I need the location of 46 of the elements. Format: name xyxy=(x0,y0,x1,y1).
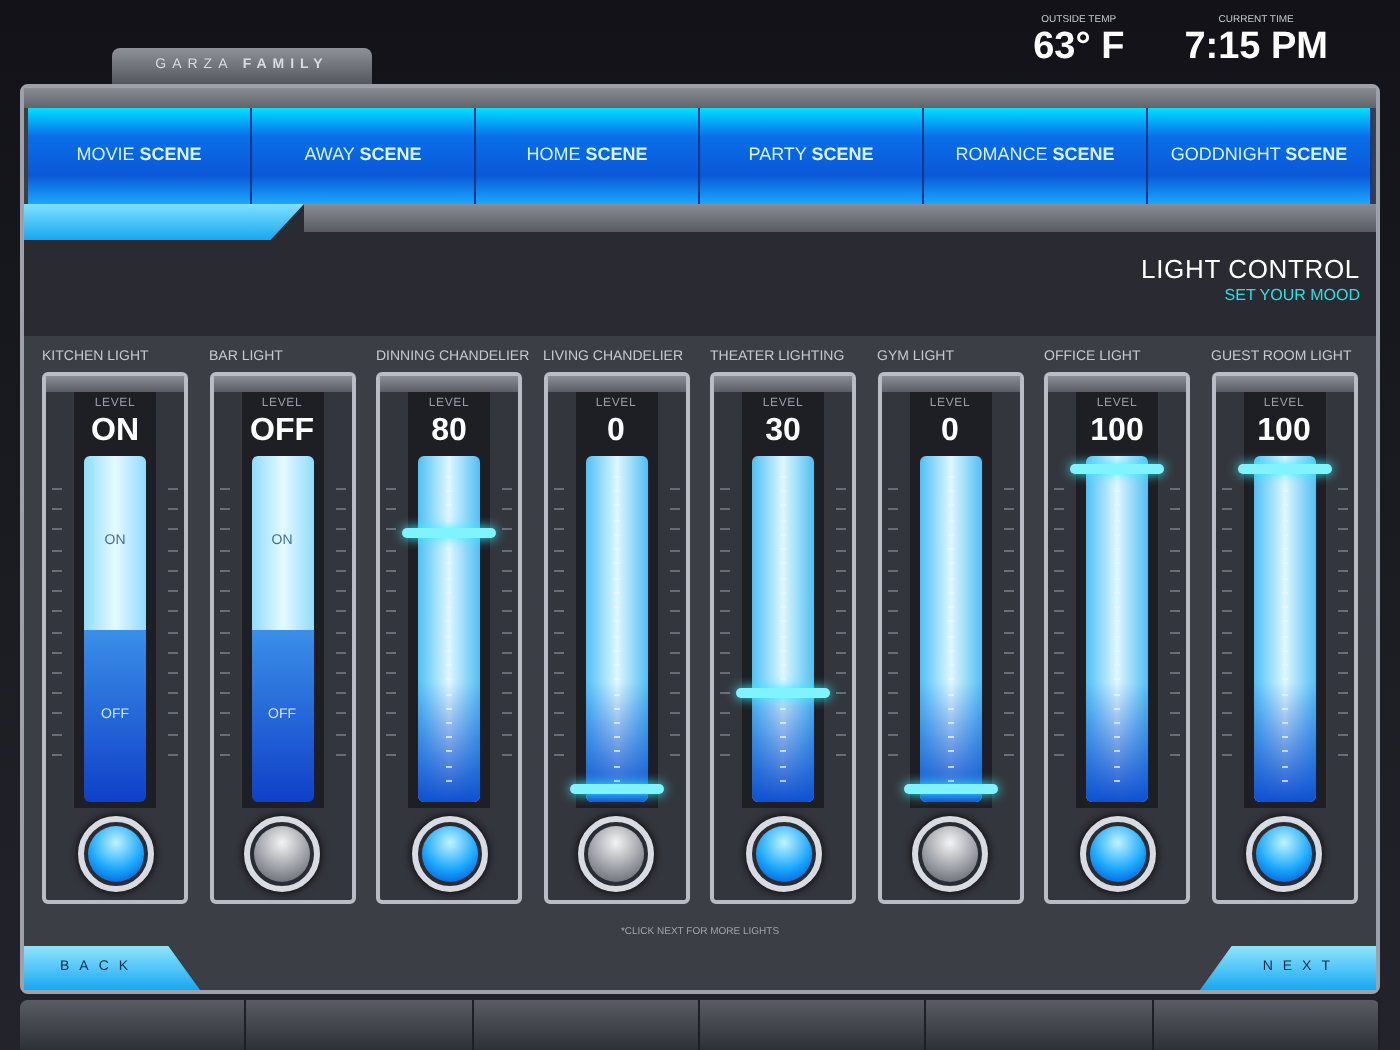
level-value: 30 xyxy=(765,414,801,450)
light-toggle-button[interactable] xyxy=(745,816,821,892)
slider-glow xyxy=(919,682,981,802)
card-header-bar xyxy=(714,376,852,392)
scene-button[interactable]: ROMANCE SCENE xyxy=(924,108,1148,204)
level-value: 0 xyxy=(607,414,625,450)
card-header-bar xyxy=(881,376,1019,392)
light-toggle-button[interactable] xyxy=(411,816,487,892)
section-subtitle: SET YOUR MOOD xyxy=(1224,284,1360,308)
card-header-bar xyxy=(1215,376,1353,392)
light-toggle-button[interactable] xyxy=(1246,816,1322,892)
section-title: LIGHT CONTROL xyxy=(1141,256,1360,284)
slider-handle[interactable] xyxy=(402,528,496,538)
light-toggle-button[interactable] xyxy=(77,816,153,892)
slider-handle[interactable] xyxy=(736,688,830,698)
scene-button[interactable]: PARTY SCENE xyxy=(700,108,924,204)
scene-button[interactable]: AWAY SCENE xyxy=(252,108,476,204)
scene-button[interactable]: MOVIE SCENE xyxy=(28,108,252,204)
current-time-value: 7:15 PM xyxy=(1184,28,1328,68)
light-toggle-button[interactable] xyxy=(912,816,988,892)
slider-handle[interactable] xyxy=(569,784,663,794)
outside-temp-value: 63° F xyxy=(1033,28,1125,68)
card-header-bar xyxy=(46,376,184,392)
slider-handle[interactable] xyxy=(1237,464,1331,474)
scene-button[interactable]: GODDNIGHT SCENE xyxy=(1148,108,1372,204)
card-header-bar xyxy=(213,376,351,392)
level-value: 80 xyxy=(431,414,467,450)
light-toggle-button[interactable] xyxy=(244,816,320,892)
slider-handle[interactable] xyxy=(903,784,997,794)
level-value: 0 xyxy=(941,414,959,450)
level-value: ON xyxy=(91,414,139,450)
light-toggle-button[interactable] xyxy=(578,816,654,892)
scene-button[interactable]: HOME SCENE xyxy=(476,108,700,204)
level-value: OFF xyxy=(250,414,314,450)
light-toggle-button[interactable] xyxy=(1079,816,1155,892)
card-header-bar xyxy=(380,376,518,392)
level-value: 100 xyxy=(1257,414,1311,450)
slider-glow xyxy=(1253,682,1315,802)
slider-glow xyxy=(418,682,480,802)
card-header-bar xyxy=(547,376,685,392)
slider-handle[interactable] xyxy=(1070,464,1164,474)
slider-glow xyxy=(752,682,814,802)
level-value: 100 xyxy=(1090,414,1144,450)
card-header-bar xyxy=(1048,376,1186,392)
slider-glow xyxy=(1086,682,1148,802)
slider-glow xyxy=(585,682,647,802)
